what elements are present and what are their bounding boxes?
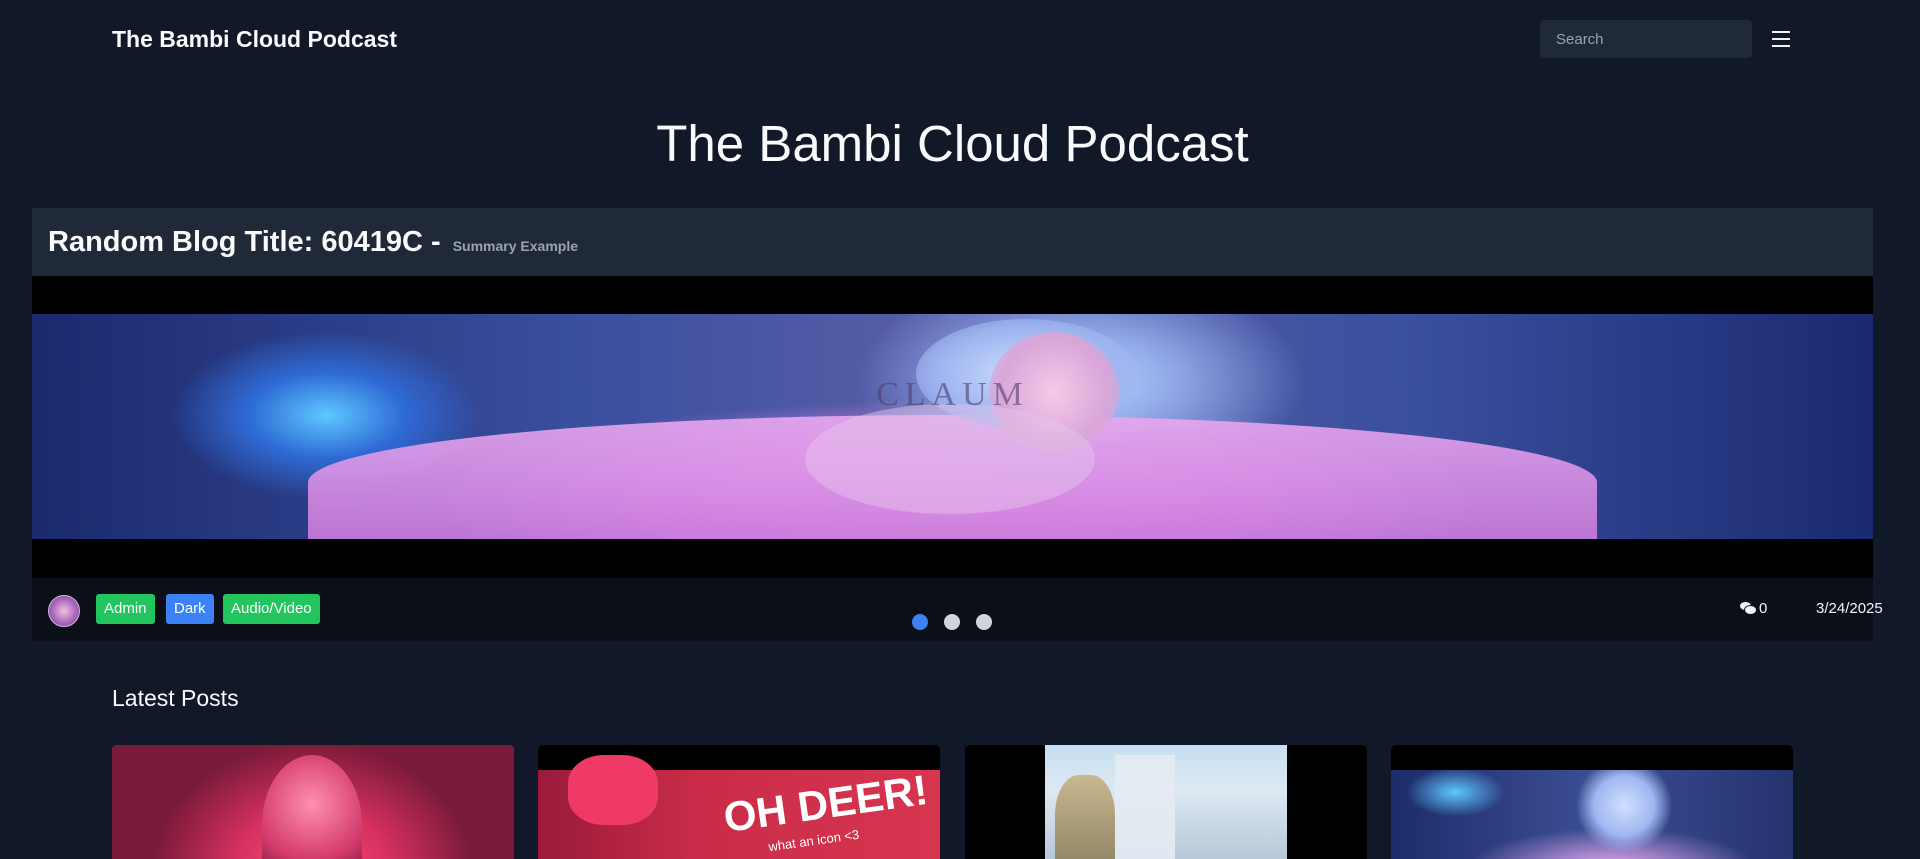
- featured-post-summary: Summary Example: [452, 238, 579, 254]
- carousel-indicators: [912, 614, 1002, 632]
- featured-post-image: CLAUM: [32, 314, 1873, 539]
- post-card-4-image: [1391, 770, 1793, 859]
- featured-post-title-text: Random Blog Title: 60419C -: [48, 226, 441, 258]
- search-input[interactable]: [1540, 20, 1752, 58]
- hamburger-menu-icon[interactable]: [1770, 26, 1792, 52]
- page-title: The Bambi Cloud Podcast: [656, 115, 1249, 172]
- post-card-1[interactable]: [112, 745, 514, 859]
- featured-post-title[interactable]: Random Blog Title: 60419C - Summary Exam…: [48, 226, 578, 259]
- post-card-2[interactable]: OH DEER! what an icon <3: [538, 745, 940, 859]
- carousel-dot-1[interactable]: [912, 614, 928, 630]
- post-card-3-castle: [1115, 755, 1175, 859]
- tag-badge-audio-video[interactable]: Audio/Video: [223, 594, 320, 624]
- featured-post-media[interactable]: CLAUM: [32, 276, 1873, 578]
- watermark-logo: [805, 404, 1096, 514]
- watermark-text: CLAUM: [876, 376, 1029, 413]
- comment-count[interactable]: 0: [1740, 600, 1767, 617]
- top-navbar: The Bambi Cloud Podcast: [0, 0, 1905, 80]
- comment-count-value: 0: [1759, 600, 1768, 617]
- featured-post-header: Random Blog Title: 60419C - Summary Exam…: [32, 208, 1873, 276]
- post-card-3-figure: [1055, 775, 1115, 859]
- post-card-3[interactable]: [965, 745, 1367, 859]
- post-date: 3/24/2025: [1816, 600, 1883, 617]
- post-card-4[interactable]: [1391, 745, 1793, 859]
- featured-post-footer: Admin Dark Audio/Video 0 3/24/2025: [32, 578, 1883, 641]
- featured-post-card[interactable]: Random Blog Title: 60419C - Summary Exam…: [32, 208, 1883, 641]
- post-card-2-character: [568, 755, 658, 825]
- carousel-dot-3[interactable]: [976, 614, 992, 630]
- latest-posts-heading: Latest Posts: [112, 685, 239, 711]
- comments-icon: [1740, 602, 1757, 615]
- carousel-dot-2[interactable]: [944, 614, 960, 630]
- tag-badge-admin[interactable]: Admin: [96, 594, 155, 624]
- author-avatar[interactable]: [48, 595, 80, 627]
- brand-link[interactable]: The Bambi Cloud Podcast: [112, 26, 397, 53]
- tag-badge-dark[interactable]: Dark: [166, 594, 214, 624]
